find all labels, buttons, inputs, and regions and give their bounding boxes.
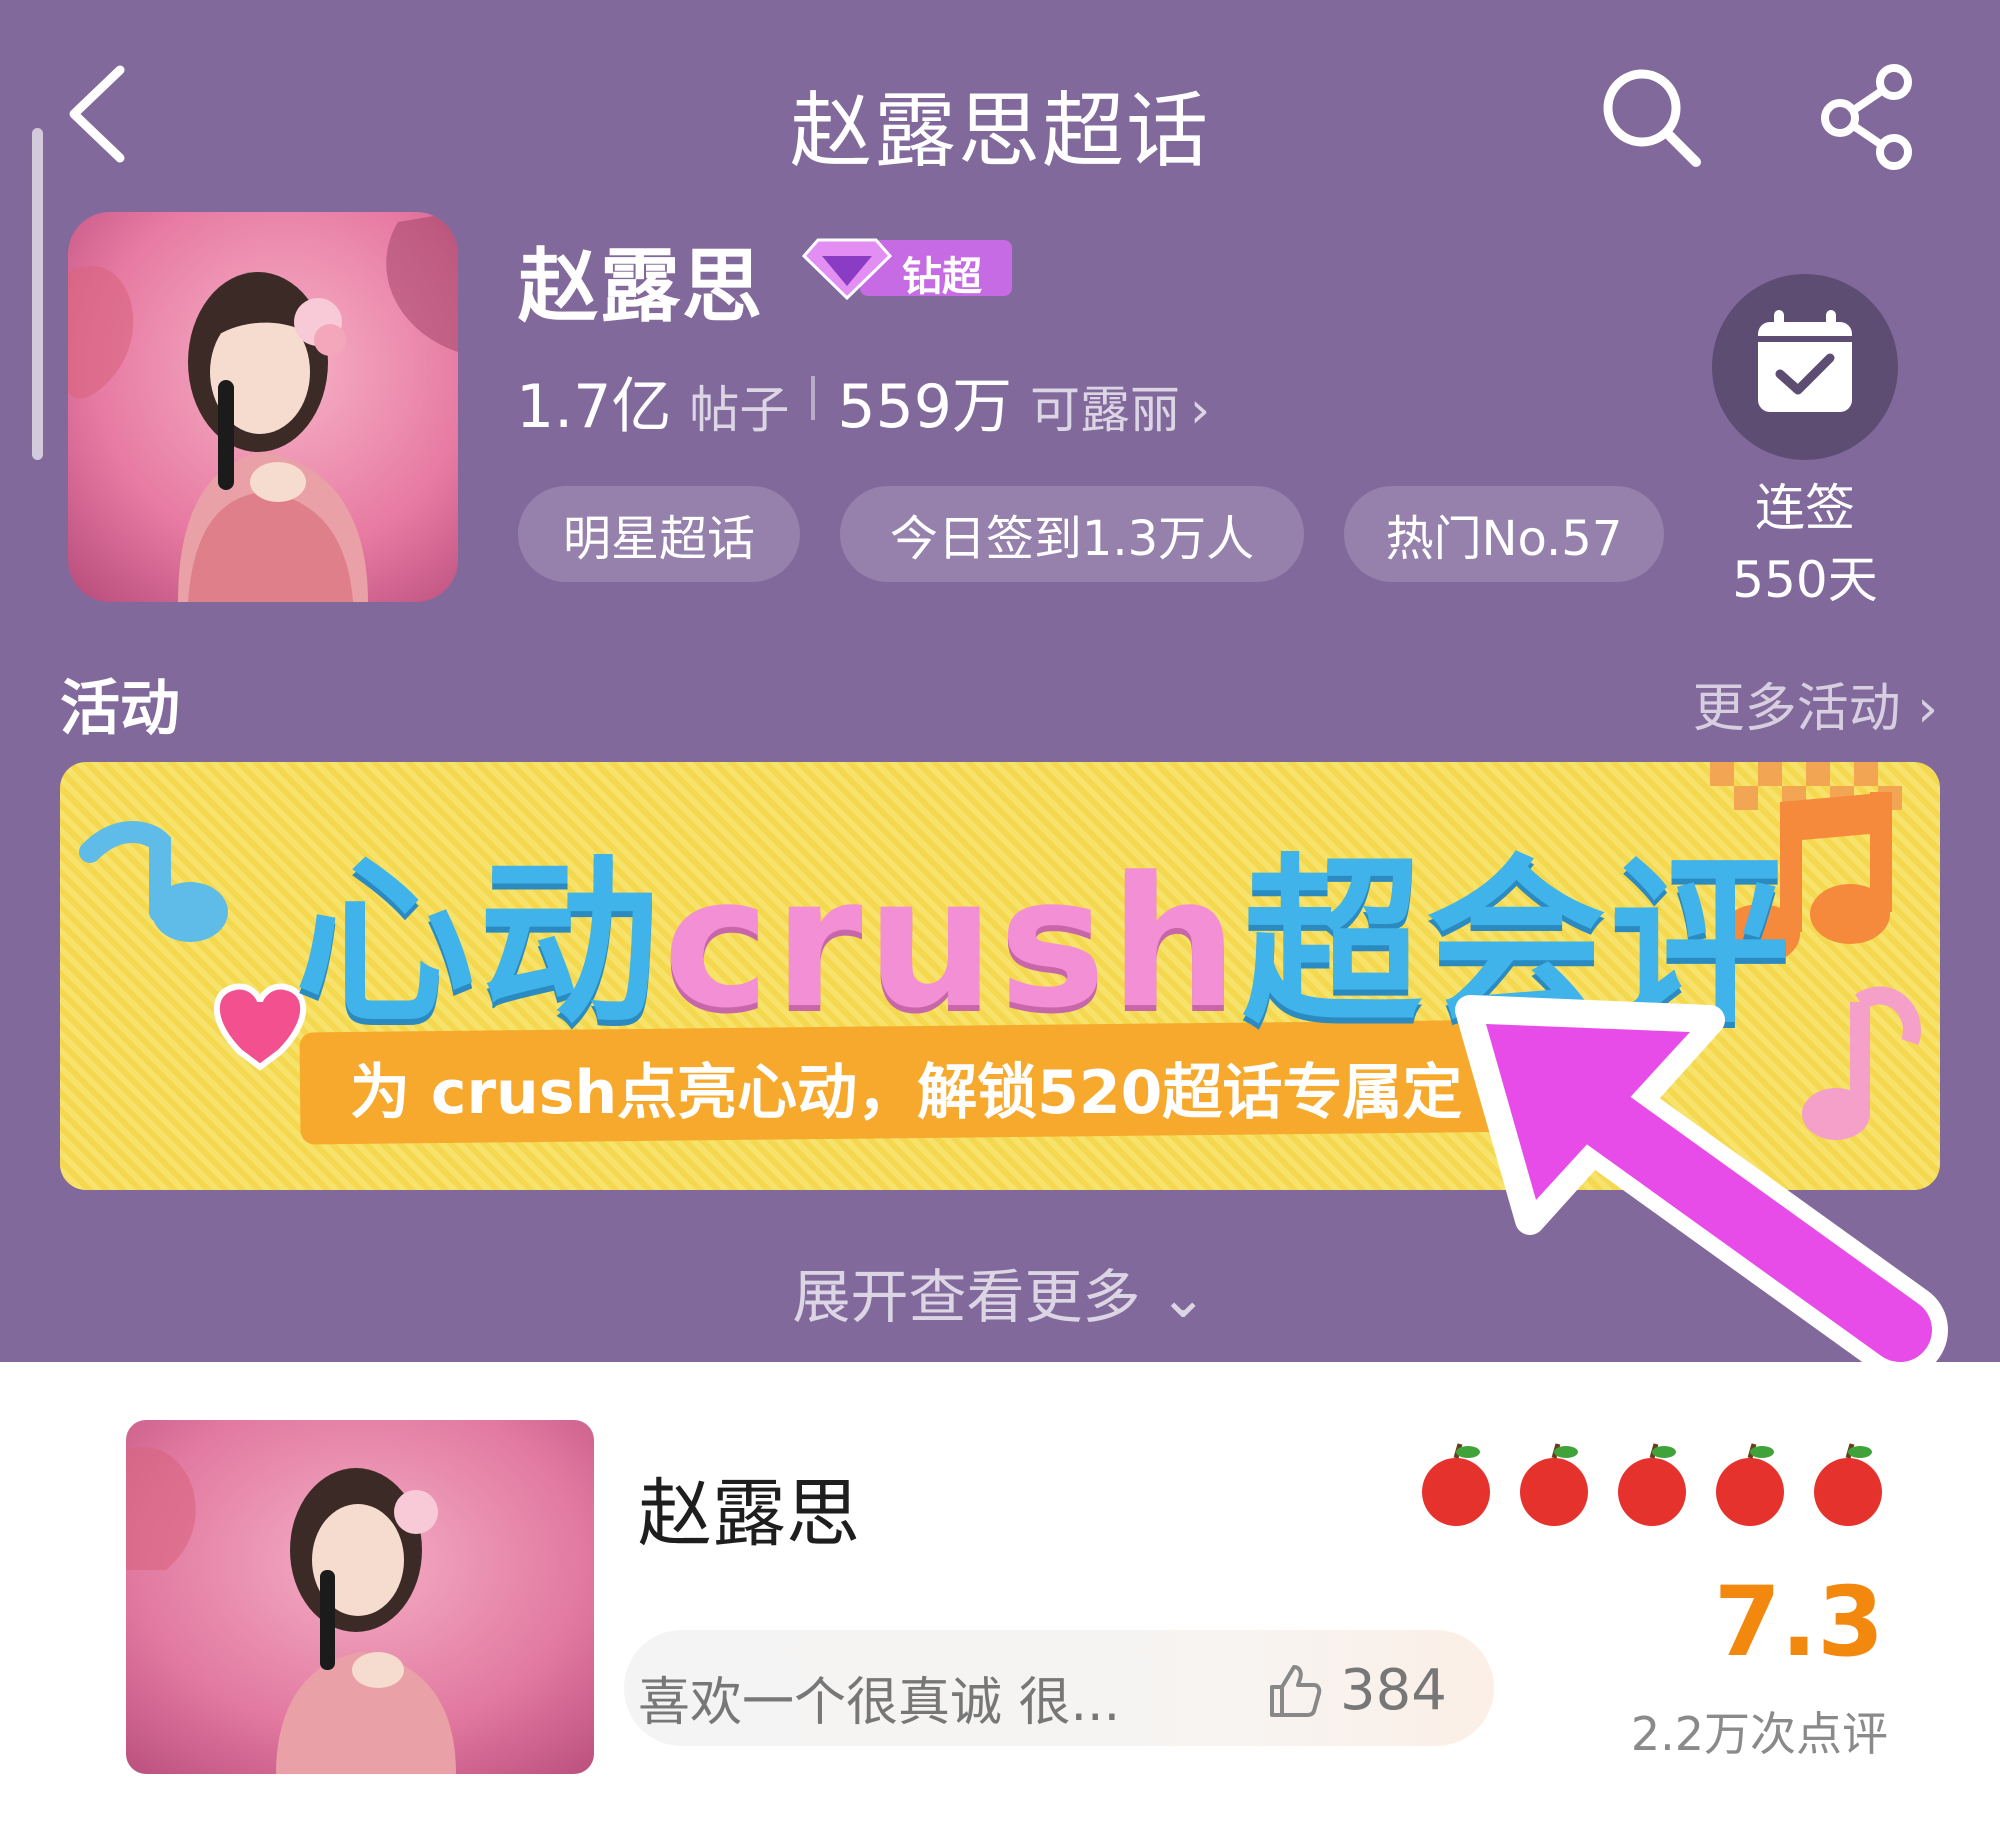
- posts-count: 1.7亿: [516, 372, 672, 442]
- apple-icon: [1716, 1443, 1784, 1526]
- review-photo: [126, 1420, 594, 1774]
- review-card-image[interactable]: [126, 1420, 594, 1774]
- apple-icon: [1520, 1443, 1588, 1526]
- tag-star-topic[interactable]: 明星超话: [518, 486, 800, 582]
- review-count: 2.2万次点评: [1630, 1707, 1888, 1761]
- expand-more-label: 展开查看更多: [792, 1263, 1141, 1331]
- like-button[interactable]: 384: [1266, 1658, 1447, 1723]
- banner-title-part2: crush: [663, 839, 1242, 1048]
- stats-divider: [811, 376, 816, 420]
- heart-icon: [213, 983, 307, 1071]
- more-activities-label: 更多活动: [1692, 679, 1901, 739]
- review-subject-name: 赵露思: [638, 1471, 860, 1557]
- topic-stats: 1.7亿 帖子 559万 可露丽 ›: [516, 358, 1210, 442]
- apple-icon: [1814, 1443, 1882, 1526]
- like-count: 384: [1340, 1658, 1447, 1723]
- checkin-days: 550天: [1732, 551, 1878, 609]
- badge-label: 钻超: [902, 254, 982, 300]
- topic-avatar[interactable]: [68, 212, 458, 602]
- posts-label: 帖子: [689, 381, 790, 439]
- tag-hot-rank[interactable]: 热门No.57: [1344, 486, 1664, 582]
- banner-title-part1: 心动: [295, 839, 664, 1048]
- chevron-down-icon: ⌄: [1140, 1263, 1208, 1331]
- banner-subtitle: 为 crush点亮心动，解锁520超话专属定: [350, 1058, 1463, 1128]
- annotation-arrow: [1455, 995, 1948, 1378]
- checkin-button[interactable]: [1712, 274, 1898, 460]
- thumbs-up-icon: [1270, 1664, 1322, 1717]
- activity-section-title: 活动: [60, 674, 180, 744]
- calendar-check-icon: [1758, 310, 1852, 412]
- more-activities-link[interactable]: 更多活动 ›: [1693, 666, 1938, 741]
- topic-name: 赵露思: [518, 240, 764, 333]
- share-icon: [1821, 64, 1912, 170]
- tag-checkin-count[interactable]: 今日签到1.3万人: [840, 486, 1304, 582]
- chevron-right-icon: ›: [1900, 679, 1938, 739]
- arrow-pointer-icon: [1455, 995, 1948, 1378]
- fans-count[interactable]: 559万: [837, 358, 1012, 445]
- fans-label[interactable]: 可露丽: [1030, 370, 1180, 442]
- search-button[interactable]: [1598, 64, 1704, 170]
- rating-score: 7.3: [1713, 1566, 1884, 1678]
- search-icon: [1603, 69, 1701, 167]
- apple-icon: [1422, 1443, 1490, 1526]
- avatar-photo: [68, 212, 458, 602]
- chevron-right-icon[interactable]: ›: [1190, 381, 1210, 439]
- apple-icon: [1618, 1443, 1686, 1526]
- music-note-icon: [79, 821, 228, 942]
- share-button[interactable]: [1818, 64, 1918, 170]
- checkin-label: 连签: [1755, 479, 1855, 537]
- top-comment-text: 喜欢一个很真诚 很...: [638, 1673, 1121, 1733]
- rating-apples: [1420, 1440, 1890, 1530]
